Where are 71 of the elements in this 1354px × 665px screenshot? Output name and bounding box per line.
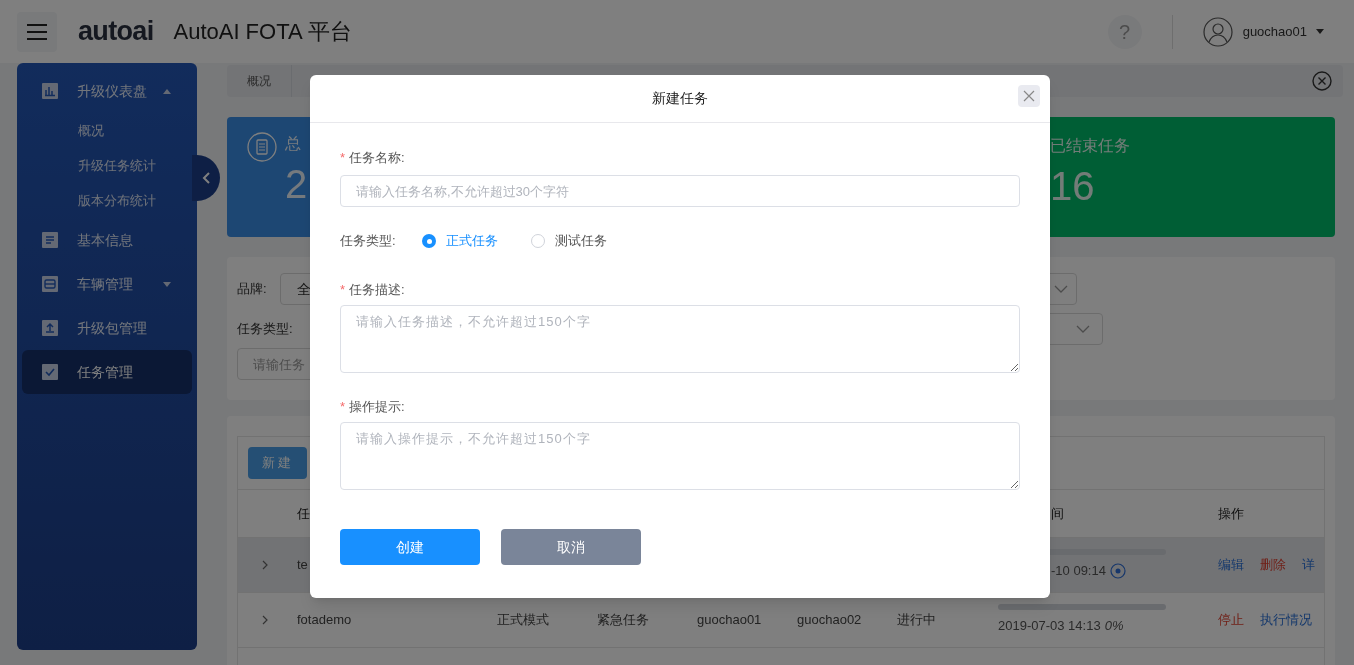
action-link[interactable]: 编辑 bbox=[1218, 555, 1244, 575]
card-title: 总 bbox=[285, 134, 302, 154]
sidebar-item[interactable]: 车辆管理 bbox=[22, 262, 192, 306]
action-link[interactable]: 详 bbox=[1302, 555, 1315, 575]
time-text: -10 09:14 bbox=[1051, 562, 1106, 581]
table-cell-text: te bbox=[296, 556, 309, 575]
sidebar-item[interactable]: 任务管理 bbox=[22, 350, 192, 394]
new-button[interactable]: 新建 bbox=[248, 447, 307, 479]
field-label: 操作提示: bbox=[349, 398, 405, 417]
table-cell-text: 进行中 bbox=[896, 611, 937, 630]
task-name-field[interactable]: 请输入任务名称,不允许超过30个字符 bbox=[340, 175, 1020, 207]
action-link[interactable]: 停止 bbox=[1218, 610, 1244, 630]
chevron-right-icon[interactable] bbox=[261, 615, 268, 625]
collapse-button[interactable] bbox=[192, 155, 220, 201]
table-cell-text: guochao02 bbox=[796, 611, 863, 630]
chevron-down-icon bbox=[1054, 285, 1068, 293]
column-header: 操作 bbox=[1217, 504, 1245, 523]
field-label: 品牌: bbox=[237, 280, 268, 299]
text-area-field[interactable]: 请输入任务描述，不允许超过150个字 bbox=[340, 305, 1020, 373]
menu-icon[interactable] bbox=[27, 23, 47, 40]
column-header: 间 bbox=[1050, 504, 1065, 523]
page-tab[interactable]: 概况 bbox=[227, 65, 292, 97]
required-mark: * bbox=[340, 398, 346, 417]
sidebar-item[interactable]: 基本信息 bbox=[22, 218, 192, 262]
radio-option[interactable]: 测试任务 bbox=[531, 231, 607, 251]
app-title: AutoAI FOTA 平台 bbox=[173, 18, 352, 46]
card-title: 已结束任务 bbox=[1050, 136, 1131, 156]
card-value: 16 bbox=[1050, 166, 1096, 206]
card-value: 2 bbox=[285, 164, 308, 204]
dialog-title: 新建任务 bbox=[652, 89, 708, 108]
menu-button[interactable] bbox=[17, 11, 57, 52]
sidebar-item[interactable]: 升级仪表盘 bbox=[22, 69, 192, 113]
column-header: 任 bbox=[296, 504, 311, 523]
status-icon bbox=[1109, 563, 1126, 579]
close-icon[interactable] bbox=[1023, 90, 1035, 102]
user-name[interactable]: guochao01 bbox=[1242, 21, 1307, 42]
chevron-left-icon[interactable] bbox=[202, 172, 210, 184]
chevron-down-icon bbox=[1076, 325, 1090, 333]
close-icon[interactable] bbox=[1312, 71, 1332, 91]
required-mark: * bbox=[340, 281, 346, 300]
time-text: 2019-07-03 14:13 bbox=[998, 617, 1101, 636]
action-link[interactable]: 执行情况 bbox=[1260, 610, 1312, 630]
table-cell-text: guochao01 bbox=[696, 611, 763, 630]
field-label: 任务描述: bbox=[349, 281, 405, 300]
chart-icon bbox=[42, 83, 58, 99]
field-label: 任务类型: bbox=[340, 232, 397, 251]
action-link[interactable]: 删除 bbox=[1260, 555, 1286, 575]
close-button[interactable] bbox=[1018, 85, 1040, 107]
text-area-field[interactable]: 请输入操作提示，不允许超过150个字 bbox=[340, 422, 1020, 490]
chevron-right-icon[interactable] bbox=[261, 560, 268, 570]
table-cell-text: 正式模式 bbox=[496, 611, 550, 630]
help-button[interactable]: ? bbox=[1107, 14, 1142, 49]
table-cell-text: 紧急任务 bbox=[596, 611, 650, 630]
avatar-icon[interactable] bbox=[1202, 16, 1233, 47]
percent-text: 0% bbox=[1104, 617, 1124, 636]
logo: autoai bbox=[78, 18, 154, 45]
caret-icon[interactable] bbox=[1316, 29, 1324, 34]
table-cell-text: fotademo bbox=[296, 611, 353, 630]
upload-icon bbox=[42, 320, 58, 336]
sidebar-subitem[interactable]: 概况 bbox=[17, 113, 197, 148]
field-label: 任务名称: bbox=[349, 149, 405, 168]
required-mark: * bbox=[340, 149, 346, 168]
car-icon bbox=[42, 276, 58, 292]
field-label: 任务类型: bbox=[237, 320, 294, 339]
checklist-icon bbox=[42, 364, 58, 380]
create-button[interactable]: 创建 bbox=[340, 529, 480, 565]
sidebar-item[interactable]: 升级包管理 bbox=[22, 306, 192, 350]
cancel-button[interactable]: 取消 bbox=[501, 529, 641, 565]
clipboard-icon bbox=[247, 132, 277, 162]
document-icon bbox=[42, 232, 58, 248]
radio-option[interactable]: 正式任务 bbox=[422, 231, 498, 251]
